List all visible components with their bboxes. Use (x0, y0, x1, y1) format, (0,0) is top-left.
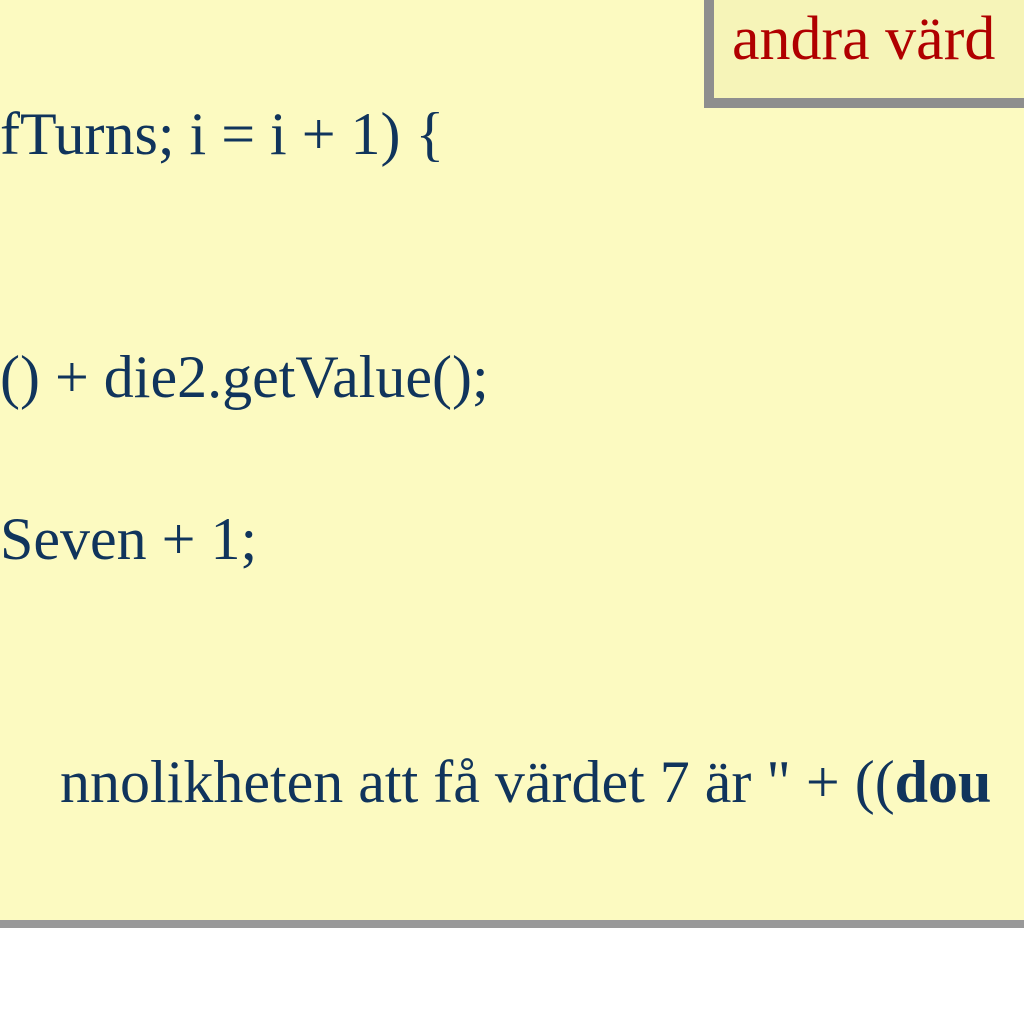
callout-line-2: andra värd (732, 5, 995, 73)
callout-box: generaliser andra värd (704, 0, 1024, 108)
code-line-6: Seven + 1; (0, 506, 257, 572)
code-line-8a: nnolikheten att få värdet 7 är " + (( (60, 749, 895, 815)
code-line-1: fTurns; i = i + 1) { (0, 101, 444, 167)
code-block: nnolikheten att få värdet 7 är " + ((dou (0, 661, 991, 904)
code-block: Seven + 1; (0, 499, 257, 580)
slide-body: generaliser andra värd fTurns; i = i + 1… (0, 0, 1024, 928)
code-line-4: () + die2.getValue(); (0, 344, 489, 410)
code-block: fTurns; i = i + 1) { (0, 94, 444, 175)
code-block: () + die2.getValue(); (0, 337, 489, 418)
code-keyword: dou (895, 749, 992, 815)
